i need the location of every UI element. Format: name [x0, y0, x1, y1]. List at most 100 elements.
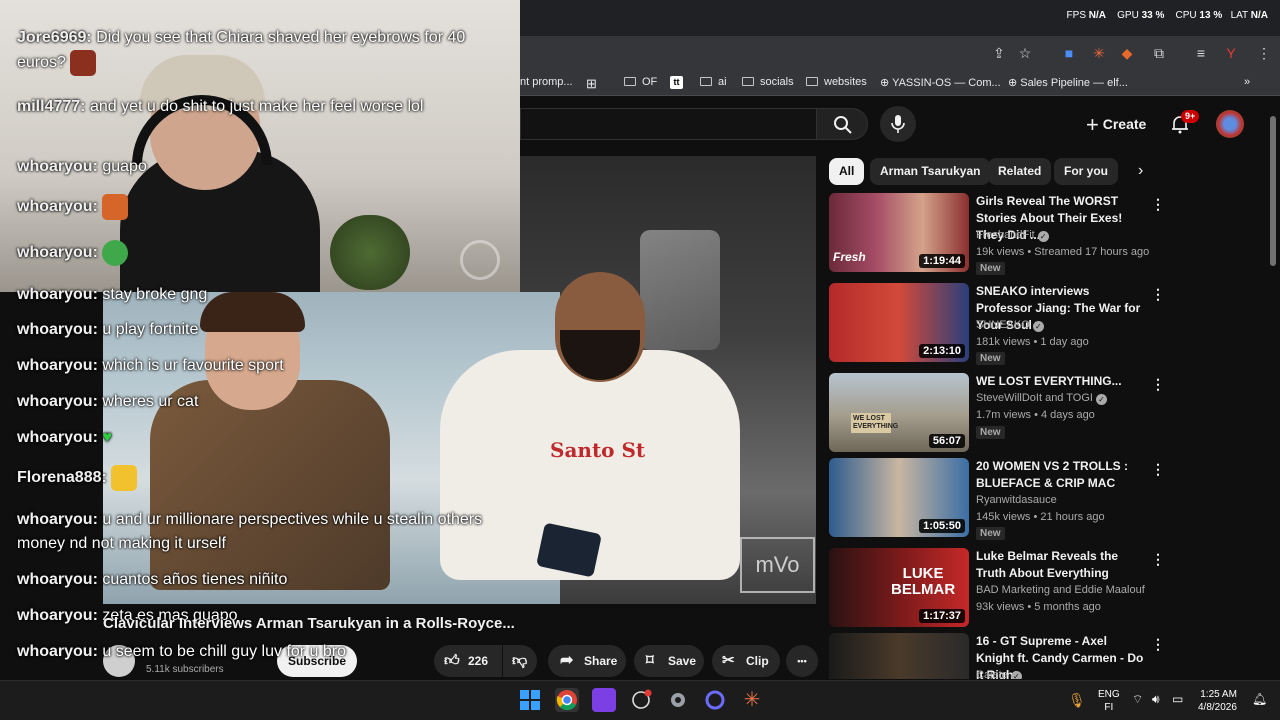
chat-message: whoaryou: guapo [17, 158, 147, 175]
video-options-icon[interactable]: ⋮ [1151, 195, 1165, 213]
channel-name[interactable]: SteveWillDoIt and TOGI ✓ [976, 392, 1107, 405]
recommended-video-card[interactable]: 1:05:50 20 WOMEN VS 2 TROLLS : BLUEFACE … [829, 458, 1169, 544]
dislike-button[interactable]: 👎︎ [503, 645, 537, 677]
extension-icon[interactable]: ■ [1060, 44, 1078, 62]
wifi-icon[interactable]: ⌔ [1132, 692, 1143, 707]
bookmark-sales-pipeline[interactable]: ⊕ Sales Pipeline — elf... [1008, 76, 1128, 89]
recommended-video-title[interactable]: WE LOST EVERYTHING... [976, 373, 1148, 390]
recommended-video-card[interactable]: 16 - GT Supreme - Axel Knight ft. Candy … [829, 633, 1169, 679]
clip-button[interactable]: ✂ Clip [712, 645, 780, 677]
emote-icon [111, 465, 138, 491]
language-indicator[interactable]: ENG FI [1098, 688, 1120, 714]
bookmark-star-icon[interactable]: ☆ [1016, 44, 1034, 62]
bookmark-yassin-os[interactable]: ⊕ YASSIN-OS — Com... [880, 76, 1001, 89]
verified-check-icon: ✓ [1095, 394, 1107, 405]
volume-icon[interactable]: 🔊︎ [1152, 692, 1160, 707]
claude-extension-icon[interactable]: ✳ [1090, 44, 1108, 62]
video-meta: 93k views • 5 months ago [976, 601, 1101, 613]
chip-arman-tsarukyan[interactable]: Arman Tsarukyan [870, 158, 991, 185]
scrollbar-thumb[interactable] [1270, 116, 1276, 266]
chat-message: whoaryou: which is ur favourite sport [17, 357, 284, 374]
video-meta: 19k views • Streamed 17 hours ago [976, 246, 1150, 258]
channel-name[interactable]: Ryanwitdasauce [976, 494, 1057, 506]
chip-related[interactable]: Related [988, 158, 1052, 185]
shirt-logo-text: Santo St [550, 438, 646, 462]
settings-gear-icon[interactable] [666, 688, 690, 712]
recommended-video-title[interactable]: 20 WOMEN VS 2 TROLLS : BLUEFACE & CRIP M… [976, 458, 1148, 492]
video-title: Clavicular Interviews Arman Tsarukyan in… [103, 615, 515, 632]
video-options-icon[interactable]: ⋮ [1151, 285, 1165, 303]
emote-icon [102, 194, 129, 220]
extensions-puzzle-icon[interactable]: ⧉ [1150, 44, 1168, 62]
performance-overlay: FPS N/A GPU 33 % CPU 13 % LAT N/A [1066, 10, 1268, 21]
search-icon [834, 116, 852, 134]
like-button[interactable]: 👍︎ 226 [434, 645, 502, 677]
microphone-tray-icon[interactable]: 🎙︎ [1068, 692, 1086, 709]
channel-name[interactable]: Cajete ✓ [976, 669, 1022, 679]
bookmark-icon: ⌑ [646, 652, 654, 669]
windows-start-icon[interactable] [518, 688, 542, 712]
more-actions-button[interactable]: ••• [786, 645, 818, 677]
share-button[interactable]: ➦ Share [548, 645, 626, 677]
video-options-icon[interactable]: ⋮ [1151, 550, 1165, 568]
save-button[interactable]: ⌑ Save [634, 645, 704, 677]
app-taskbar-icon[interactable] [592, 688, 616, 712]
plus-icon: + [1086, 112, 1099, 137]
channel-name[interactable]: FreshandFit ✓ [976, 229, 1049, 242]
chat-message: whoaryou: stay broke gng [17, 286, 208, 303]
chat-message: whoaryou: u play fortnite [17, 321, 199, 338]
bookmarks-overflow-icon[interactable]: » [1244, 76, 1250, 88]
chevron-right-icon[interactable]: › [1138, 162, 1143, 180]
fox-extension-icon[interactable]: ◆ [1118, 44, 1136, 62]
notification-center-icon[interactable]: 🔔︎ [1252, 692, 1267, 706]
bookmark-folder-websites[interactable]: websites [806, 76, 867, 88]
recommended-video-card[interactable]: 2:13:10 SNEAKO interviews Professor Jian… [829, 283, 1169, 369]
clock[interactable]: 1:25 AM 4/8/2026 [1198, 688, 1237, 714]
chat-message: whoaryou: wheres ur cat [17, 393, 199, 410]
reading-list-icon[interactable]: ≡ [1192, 44, 1210, 62]
notifications-button[interactable]: 9+ [1170, 110, 1200, 136]
install-app-icon[interactable]: ⇪ [990, 44, 1008, 62]
cortana-icon[interactable] [703, 688, 727, 712]
video-options-icon[interactable]: ⋮ [1151, 375, 1165, 393]
apps-grid-icon[interactable]: ⊞ [586, 76, 597, 92]
search-input[interactable] [520, 108, 816, 140]
recommended-video-card[interactable]: WE LOST EVERYTHING 56:07 WE LOST EVERYTH… [829, 373, 1169, 459]
search-button[interactable] [816, 108, 868, 140]
video-thumbnail[interactable]: LUKE BELMAR 1:17:37 [829, 548, 969, 627]
folder-icon [806, 77, 818, 86]
video-thumbnail[interactable]: Fresh 1:19:44 [829, 193, 969, 272]
channel-name[interactable]: SHNEAKO ✓ [976, 319, 1044, 332]
bookmark-item[interactable]: nt promp... [520, 76, 573, 88]
recommended-video-card[interactable]: LUKE BELMAR 1:17:37 Luke Belmar Reveals t… [829, 548, 1169, 634]
create-button[interactable]: + Create [1086, 112, 1146, 137]
voice-search-button[interactable] [880, 106, 916, 142]
claude-taskbar-icon[interactable]: ✳ [740, 688, 764, 712]
chat-message: whoaryou: ♥ [17, 429, 112, 446]
video-thumbnail[interactable]: 1:05:50 [829, 458, 969, 537]
video-thumbnail[interactable] [829, 633, 969, 679]
chip-all[interactable]: All [829, 158, 865, 185]
verified-check-icon: ✓ [1037, 231, 1049, 242]
bookmark-favicon[interactable]: tt [670, 76, 683, 89]
chip-for-you[interactable]: For you [1054, 158, 1118, 185]
chatgpt-taskbar-icon[interactable] [629, 688, 653, 712]
bookmark-folder-ai[interactable]: ai [700, 76, 727, 88]
battery-icon[interactable]: ▭ [1172, 692, 1183, 706]
globe-icon: ⊕ [1008, 77, 1021, 89]
video-options-icon[interactable]: ⋮ [1151, 635, 1165, 653]
bookmark-folder-socials[interactable]: socials [742, 76, 794, 88]
new-badge: New [976, 426, 1005, 439]
channel-name[interactable]: BAD Marketing and Eddie Maalouf [976, 584, 1145, 596]
recommended-video-card[interactable]: Fresh 1:19:44 Girls Reveal The WORST Sto… [829, 193, 1169, 279]
video-thumbnail[interactable]: 2:13:10 [829, 283, 969, 362]
folder-icon [742, 77, 754, 86]
bookmark-folder-of[interactable]: OF [624, 76, 657, 88]
recommended-video-title[interactable]: Luke Belmar Reveals the Truth About Ever… [976, 548, 1148, 582]
menu-kebab-icon[interactable]: ⋮ [1255, 44, 1273, 62]
account-avatar[interactable] [1216, 110, 1244, 138]
profile-icon[interactable]: Y [1222, 44, 1240, 62]
video-thumbnail[interactable]: WE LOST EVERYTHING 56:07 [829, 373, 969, 452]
video-options-icon[interactable]: ⋮ [1151, 460, 1165, 478]
chrome-taskbar-icon[interactable] [555, 688, 579, 712]
